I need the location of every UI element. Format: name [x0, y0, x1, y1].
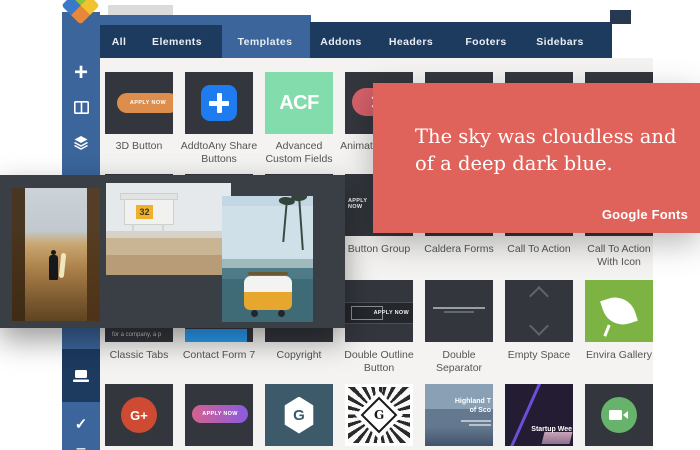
tile-label-double-separator: Double Separator: [435, 349, 483, 375]
tile-label-3d-button: 3D Button: [115, 140, 163, 152]
tab-elements[interactable]: Elements: [135, 27, 219, 56]
sidebar-templates-icon[interactable]: [62, 359, 100, 393]
tile-addtoany-share-buttons[interactable]: [185, 72, 253, 134]
quote-text: The sky was cloudless and of a deep dark…: [415, 125, 677, 176]
tab-sidebars[interactable]: Sidebars: [518, 27, 602, 56]
tile-envira-gallery[interactable]: [585, 280, 653, 342]
chevron-down-icon: [529, 316, 549, 336]
tile-label-caldera-forms: Caldera Forms: [424, 243, 494, 255]
tab-templates[interactable]: Templates: [223, 27, 307, 56]
chevron-up-icon: [529, 286, 549, 306]
photo-collage-overlay: 32: [0, 175, 345, 328]
tile-label-empty-space: Empty Space: [507, 349, 571, 361]
tile-3d-button[interactable]: APPLY NOW: [105, 72, 173, 134]
tile-label-double-outline-button: Double Outline Button: [344, 349, 414, 375]
leaf-icon: [600, 292, 638, 330]
tile-label-button-group: Button Group: [347, 243, 411, 255]
camper-van-photo: [222, 196, 313, 322]
tile-label-call-to-action-with-icon: Call To Action With Icon: [587, 243, 651, 269]
google-fonts-quote-card: The sky was cloudless and of a deep dark…: [373, 83, 700, 233]
sidebar-layout-columns-icon[interactable]: [62, 90, 100, 124]
tile-video[interactable]: [585, 384, 653, 446]
tile-gradient-pill[interactable]: APPLY NOW: [185, 384, 253, 446]
surfboard: [59, 252, 67, 279]
hut-number-sign: 32: [136, 205, 153, 219]
tile-photo-highland[interactable]: Highland Tof Sco: [425, 384, 493, 446]
tile-label-copyright: Copyright: [276, 349, 322, 361]
google-fonts-label: Google Fonts: [601, 207, 688, 222]
tile-gplus[interactable]: G+: [105, 384, 173, 446]
page-builder-screenshot: All Elements Templates Addons Headers Footers…: [0, 0, 700, 450]
tab-footers[interactable]: Footers: [444, 27, 528, 56]
tile-advanced-custom-fields[interactable]: ACF: [265, 72, 333, 134]
tile-double-separator[interactable]: [425, 280, 493, 342]
tile-label-envira-gallery: Envira Gallery: [586, 349, 652, 361]
sidebar-add-icon[interactable]: +: [62, 56, 100, 90]
sidebar-layers-icon[interactable]: [62, 125, 100, 159]
plus-icon: [201, 85, 237, 121]
tab-headers[interactable]: Headers: [369, 27, 453, 56]
tile-label-advanced-custom-fields: Advanced Custom Fields: [265, 140, 333, 166]
tile-empty-space[interactable]: [505, 280, 573, 342]
tile-genesis[interactable]: G: [345, 384, 413, 446]
sidebar-menu-icon[interactable]: ≡: [62, 435, 100, 450]
tile-label-call-to-action: Call To Action: [507, 243, 571, 255]
video-camera-icon: [601, 397, 637, 433]
tile-gravity[interactable]: G: [265, 384, 333, 446]
lifeguard-tower-photo: 32: [106, 183, 231, 275]
tile-label-classic-tabs: Classic Tabs: [109, 349, 169, 361]
surfer-silhouette: [48, 249, 58, 280]
tile-label-contact-form-7: Contact Form 7: [182, 349, 256, 361]
tile-double-outline-button[interactable]: APPLY NOW: [345, 280, 413, 342]
palm-tree: [282, 201, 288, 243]
tile-label-addtoany-share-buttons: AddtoAny Share Buttons: [180, 140, 258, 166]
tile-photo-startup[interactable]: Startup Wee: [505, 384, 573, 446]
vw-van: [243, 272, 292, 317]
surfer-alley-photo: [12, 188, 100, 321]
lifeguard-hut: 32: [120, 193, 178, 225]
top-dark-notch: [610, 10, 631, 24]
palm-tree: [298, 197, 304, 251]
